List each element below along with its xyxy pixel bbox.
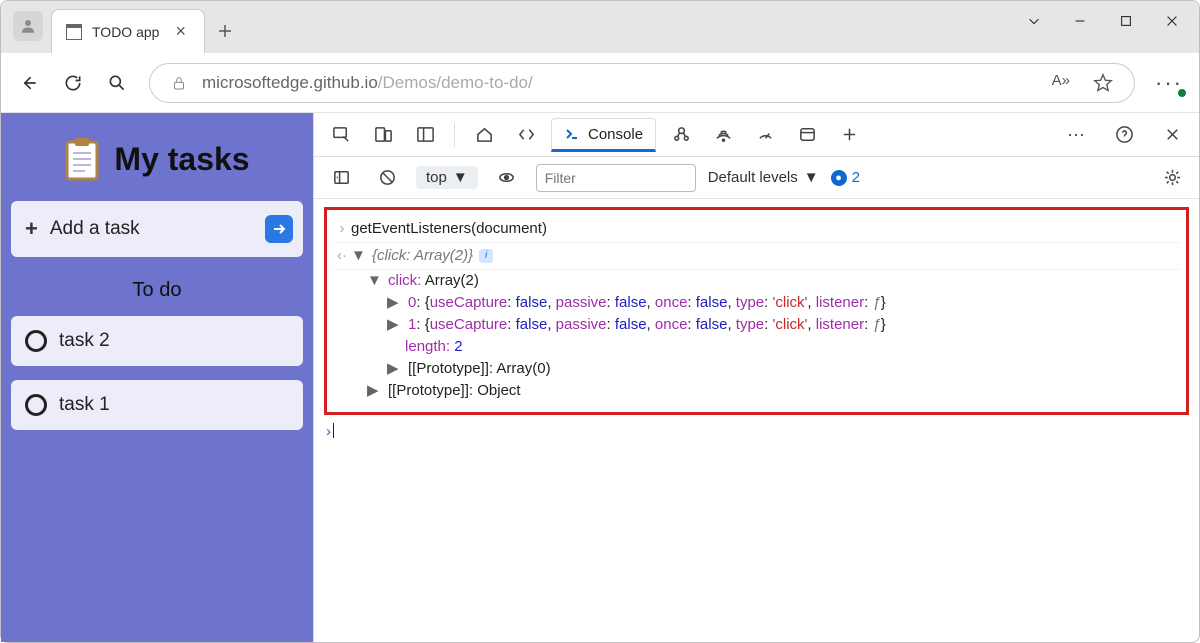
user-icon: [19, 17, 37, 35]
console-icon: [564, 126, 580, 142]
console-tree-row[interactable]: ▶ 1: {useCapture: false, passive: false,…: [333, 314, 1180, 336]
task-checkbox[interactable]: [25, 394, 47, 416]
arrow-right-icon: [271, 221, 287, 237]
address-bar-actions: A»: [1052, 72, 1114, 94]
add-task-card[interactable]: + Add a task: [11, 201, 303, 257]
console-issues-button[interactable]: ● 2: [831, 169, 860, 186]
devtools-more-button[interactable]: ···: [1059, 118, 1093, 152]
console-output[interactable]: ›getEventListeners(document) ‹·▼ {click:…: [314, 199, 1199, 642]
highlight-box: ›getEventListeners(document) ‹·▼ {click:…: [324, 207, 1189, 415]
live-expression-button[interactable]: [490, 161, 524, 195]
favorite-button[interactable]: [1092, 72, 1114, 94]
task-checkbox[interactable]: [25, 330, 47, 352]
network-tab-button[interactable]: [706, 118, 740, 152]
section-todo-label: To do: [11, 279, 303, 302]
plus-icon: +: [25, 216, 38, 242]
task-item[interactable]: task 1: [11, 380, 303, 430]
back-button[interactable]: [17, 71, 41, 95]
console-levels-selector[interactable]: Default levels ▼: [708, 169, 819, 186]
lock-icon: [170, 74, 188, 92]
browser-tab[interactable]: TODO app ×: [51, 9, 205, 53]
device-toolbar-button[interactable]: [366, 118, 400, 152]
task-text: task 1: [59, 394, 110, 416]
app-header: My tasks: [11, 123, 303, 187]
input-caret-icon: ›: [333, 218, 351, 239]
window-controls: [1011, 1, 1195, 53]
console-tree-row[interactable]: ▼ click: Array(2): [333, 270, 1180, 292]
console-result-summary[interactable]: ‹·▼ {click: Array(2)}i: [333, 243, 1180, 270]
info-badge-icon[interactable]: i: [479, 249, 493, 263]
console-settings-button[interactable]: [1155, 161, 1189, 195]
settings-menu-button[interactable]: ···: [1155, 70, 1183, 96]
tab-favicon: [66, 24, 82, 40]
clipboard-icon: [64, 137, 100, 181]
console-toolbar: top ▼ Default levels ▼ ● 2: [314, 157, 1199, 199]
devtools-panel: Console ··· top ▼: [313, 113, 1199, 642]
issues-badge-icon: ●: [831, 170, 847, 186]
window-minimize-button[interactable]: [1057, 1, 1103, 41]
console-context-selector[interactable]: top ▼: [416, 166, 478, 189]
content-area: My tasks + Add a task To do task 2 task …: [1, 113, 1199, 642]
search-icon: [107, 73, 127, 93]
console-input-echo: ›getEventListeners(document): [333, 216, 1180, 243]
console-filter-input[interactable]: [536, 164, 696, 192]
window-close-button[interactable]: [1149, 1, 1195, 41]
arrow-left-icon: [19, 73, 39, 93]
app-title: My tasks: [114, 141, 249, 178]
output-caret-icon: ‹·: [333, 245, 351, 266]
prompt-caret-icon: ›: [326, 423, 331, 440]
new-tab-button[interactable]: [205, 9, 245, 53]
application-tab-button[interactable]: [790, 118, 824, 152]
console-tab-label: Console: [588, 126, 643, 143]
devtools-close-button[interactable]: [1155, 118, 1189, 152]
console-context-label: top: [426, 169, 447, 186]
more-tabs-button[interactable]: [832, 118, 866, 152]
console-levels-label: Default levels: [708, 169, 798, 186]
submit-task-button[interactable]: [265, 215, 293, 243]
devtools-tabstrip: Console ···: [314, 113, 1199, 157]
todo-app: My tasks + Add a task To do task 2 task …: [1, 113, 313, 642]
settings-badge-icon: [1177, 88, 1187, 98]
console-tree-row[interactable]: length: 2: [333, 336, 1180, 358]
console-tab[interactable]: Console: [551, 118, 656, 152]
chevron-down-icon: ▼: [453, 169, 468, 186]
console-clear-button[interactable]: [370, 161, 404, 195]
elements-tab-button[interactable]: [509, 118, 543, 152]
window-maximize-button[interactable]: [1103, 1, 1149, 41]
dock-side-button[interactable]: [408, 118, 442, 152]
task-item[interactable]: task 2: [11, 316, 303, 366]
console-tree-row[interactable]: ▶ 0: {useCapture: false, passive: false,…: [333, 292, 1180, 314]
welcome-tab-button[interactable]: [467, 118, 501, 152]
sources-tab-button[interactable]: [664, 118, 698, 152]
browser-window: TODO app × microsoftedge.github.io/Demos…: [0, 0, 1200, 643]
search-button[interactable]: [105, 71, 129, 95]
address-bar[interactable]: microsoftedge.github.io/Demos/demo-to-do…: [149, 63, 1135, 103]
chevron-down-icon: ▼: [804, 169, 819, 186]
task-text: task 2: [59, 330, 110, 352]
console-sidebar-toggle[interactable]: [324, 161, 358, 195]
plus-icon: [217, 23, 233, 39]
devtools-help-button[interactable]: [1107, 118, 1141, 152]
console-tree-row[interactable]: ▶ [[Prototype]]: Array(0): [333, 358, 1180, 380]
tab-title: TODO app: [92, 24, 159, 40]
inspect-tool-button[interactable]: [324, 118, 358, 152]
console-prompt[interactable]: ›: [324, 415, 1189, 443]
refresh-icon: [63, 73, 83, 93]
address-bar-row: microsoftedge.github.io/Demos/demo-to-do…: [1, 53, 1199, 113]
refresh-button[interactable]: [61, 71, 85, 95]
console-tree-row[interactable]: ▶ [[Prototype]]: Object: [333, 380, 1180, 402]
add-task-label: Add a task: [50, 218, 140, 240]
performance-tab-button[interactable]: [748, 118, 782, 152]
window-chevron-button[interactable]: [1011, 1, 1057, 41]
gear-icon: [1163, 168, 1182, 187]
reading-mode-button[interactable]: A»: [1052, 72, 1070, 94]
issues-count: 2: [852, 169, 860, 186]
tab-close-button[interactable]: ×: [169, 21, 192, 42]
url-text: microsoftedge.github.io/Demos/demo-to-do…: [202, 73, 533, 93]
profile-chip[interactable]: [13, 11, 43, 41]
titlebar: TODO app ×: [1, 1, 1199, 53]
cursor-icon: [333, 423, 334, 438]
